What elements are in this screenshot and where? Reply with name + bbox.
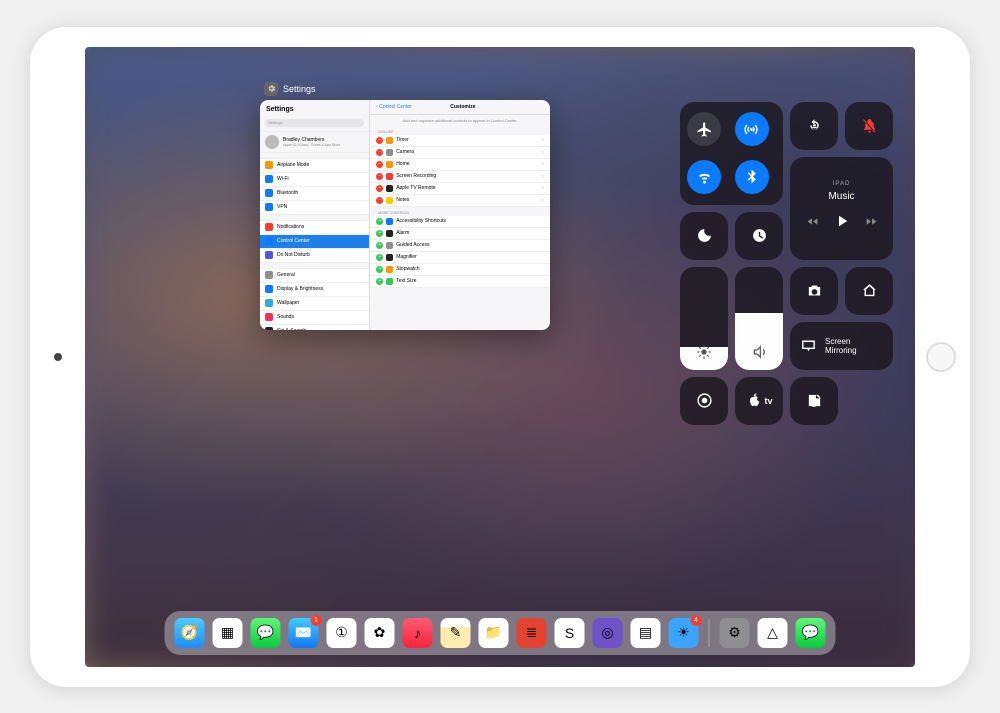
- control-row[interactable]: −Camera≡: [370, 147, 550, 159]
- settings-app-icon: [264, 82, 278, 96]
- sidebar-item[interactable]: Display & Brightness: [260, 283, 369, 297]
- orientation-lock[interactable]: [790, 102, 838, 150]
- control-row[interactable]: −Screen Recording≡: [370, 171, 550, 183]
- dock-app-drive[interactable]: △: [758, 618, 788, 648]
- sidebar-item[interactable]: VPN: [260, 201, 369, 215]
- camera-button[interactable]: [790, 267, 838, 315]
- dock-app-carrot[interactable]: ☀4: [669, 618, 699, 648]
- include-label: Include: [370, 126, 550, 135]
- control-row[interactable]: +Alarm: [370, 228, 550, 240]
- dock-app-messages-2[interactable]: 💬: [796, 618, 826, 648]
- dock-app-omnifocus[interactable]: ◎: [593, 618, 623, 648]
- appletv-remote[interactable]: tv: [735, 377, 783, 425]
- dock-app-1password[interactable]: ①: [327, 618, 357, 648]
- dock-app-slack[interactable]: S: [555, 618, 585, 648]
- dock: 🧭 ▦ 💬 ✉️1 ① ✿ ♪ ✎ 📁 ≣ S ◎ ▤ ☀4 ⚙︎ △ 💬: [165, 611, 836, 655]
- media-device: IPAD: [833, 181, 851, 187]
- control-row[interactable]: +Stopwatch: [370, 264, 550, 276]
- dock-app-files[interactable]: 📁: [479, 618, 509, 648]
- notes-shortcut[interactable]: [790, 377, 838, 425]
- control-row[interactable]: −Timer≡: [370, 135, 550, 147]
- dock-app-feedly[interactable]: ▤: [631, 618, 661, 648]
- search-input[interactable]: Settings: [265, 119, 364, 127]
- dock-separator: [709, 619, 710, 647]
- wifi-toggle[interactable]: [687, 160, 721, 194]
- play-button[interactable]: [833, 212, 851, 235]
- screen-record[interactable]: [680, 377, 728, 425]
- home-button[interactable]: [926, 342, 956, 372]
- sidebar-item[interactable]: Control Center: [260, 235, 369, 249]
- screen: Settings Settings Settings Bradley Chamb…: [85, 47, 915, 667]
- app-card-label: Settings: [283, 84, 316, 94]
- timer-button[interactable]: [735, 212, 783, 260]
- control-center: IPAD Music Screen: [680, 102, 895, 425]
- dock-app-music[interactable]: ♪: [403, 618, 433, 648]
- control-row[interactable]: −Apple TV Remote≡: [370, 183, 550, 195]
- sidebar-item[interactable]: Siri & Search: [260, 325, 369, 330]
- dock-app-todoist[interactable]: ≣: [517, 618, 547, 648]
- control-row[interactable]: +Text Size: [370, 276, 550, 288]
- bluetooth-toggle[interactable]: [735, 160, 769, 194]
- profile-row[interactable]: Bradley Chambers Apple ID, iCloud, iTune…: [260, 131, 369, 153]
- control-row[interactable]: +Magnifier: [370, 252, 550, 264]
- sidebar-item[interactable]: Bluetooth: [260, 187, 369, 201]
- app-card-title: Settings: [264, 82, 550, 96]
- front-camera: [54, 353, 62, 361]
- sidebar-item[interactable]: Airplane Mode: [260, 159, 369, 173]
- media-title: Music: [828, 191, 854, 202]
- volume-slider[interactable]: [735, 267, 783, 370]
- cellular-toggle[interactable]: [735, 112, 769, 146]
- sidebar-item[interactable]: Do Not Disturb: [260, 249, 369, 263]
- dock-app-photos[interactable]: ✿: [365, 618, 395, 648]
- settings-preview[interactable]: Settings Settings Bradley Chambers Apple…: [260, 100, 550, 330]
- dock-app-notes[interactable]: ✎: [441, 618, 471, 648]
- airplane-toggle[interactable]: [687, 112, 721, 146]
- dock-app-messages[interactable]: 💬: [251, 618, 281, 648]
- settings-detail: ‹ Control Center Customize Add and organ…: [370, 100, 550, 330]
- control-row[interactable]: −Notes≡: [370, 195, 550, 207]
- dock-app-calendar[interactable]: ▦: [213, 618, 243, 648]
- dock-app-mail[interactable]: ✉️1: [289, 618, 319, 648]
- detail-title: Customize: [412, 104, 514, 110]
- sidebar-item[interactable]: Sounds: [260, 311, 369, 325]
- control-row[interactable]: +Guided Access: [370, 240, 550, 252]
- home-control[interactable]: [845, 267, 893, 315]
- control-row[interactable]: +Accessibility Shortcuts: [370, 216, 550, 228]
- connectivity-module: [680, 102, 783, 205]
- sidebar-item[interactable]: General: [260, 269, 369, 283]
- control-row[interactable]: −Home≡: [370, 159, 550, 171]
- avatar: [265, 135, 279, 149]
- media-module[interactable]: IPAD Music: [790, 157, 893, 260]
- screen-mirroring-label: Screen Mirroring: [825, 337, 857, 355]
- ipad-frame: Settings Settings Settings Bradley Chamb…: [30, 27, 970, 687]
- screen-mirroring[interactable]: Screen Mirroring: [790, 322, 893, 370]
- settings-sidebar: Settings Settings Bradley Chambers Apple…: [260, 100, 370, 330]
- prev-track-button[interactable]: [806, 215, 819, 233]
- brightness-slider[interactable]: [680, 267, 728, 370]
- sidebar-item[interactable]: Notifications: [260, 221, 369, 235]
- mute-toggle[interactable]: [845, 102, 893, 150]
- more-label: More Controls: [370, 207, 550, 216]
- dock-app-settings[interactable]: ⚙︎: [720, 618, 750, 648]
- dock-app-safari[interactable]: 🧭: [175, 618, 205, 648]
- profile-sub: Apple ID, iCloud, iTunes & App Store: [283, 143, 340, 147]
- back-link[interactable]: ‹ Control Center: [376, 104, 412, 110]
- settings-header: Settings: [260, 100, 369, 117]
- do-not-disturb[interactable]: [680, 212, 728, 260]
- next-track-button[interactable]: [865, 215, 878, 233]
- app-switcher-card[interactable]: Settings Settings Settings Bradley Chamb…: [260, 82, 550, 330]
- sidebar-item[interactable]: Wi-Fi: [260, 173, 369, 187]
- detail-subtitle: Add and organize additional controls to …: [370, 115, 550, 126]
- sidebar-item[interactable]: Wallpaper: [260, 297, 369, 311]
